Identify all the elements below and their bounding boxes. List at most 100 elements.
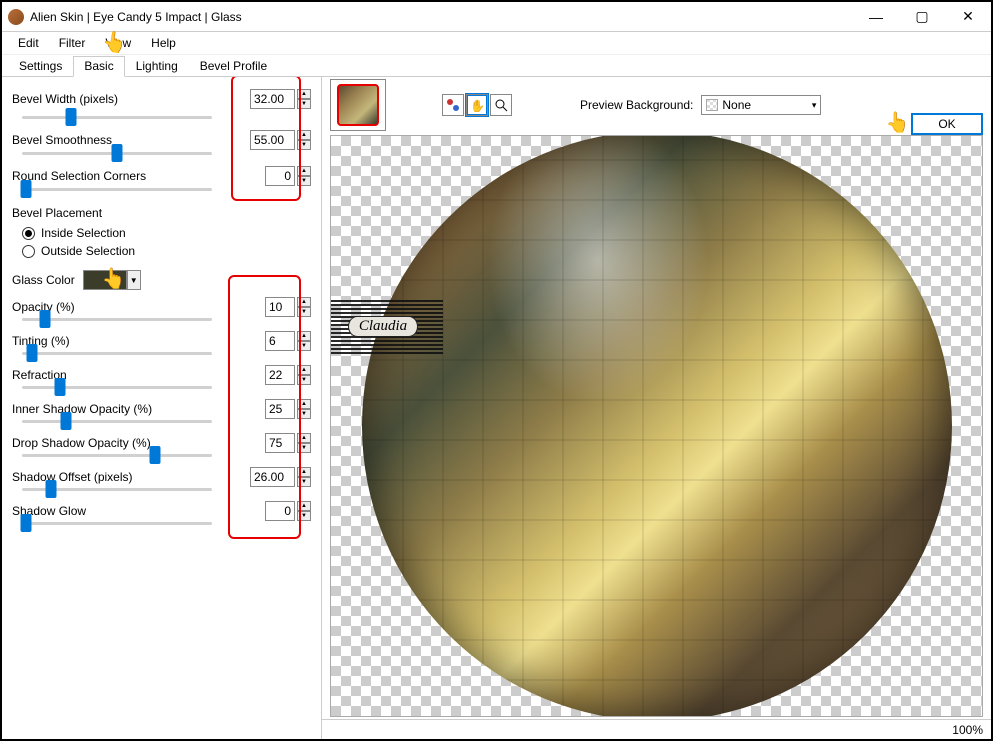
label-shadow-glow: Shadow Glow (12, 504, 265, 518)
spin-down[interactable]: ▼ (297, 307, 311, 317)
label-bevel-smoothness: Bevel Smoothness (12, 133, 250, 147)
spin-up[interactable]: ▲ (297, 166, 311, 176)
label-inner-shadow: Inner Shadow Opacity (%) (12, 402, 265, 416)
spin-down[interactable]: ▼ (297, 341, 311, 351)
slider-opacity[interactable] (22, 318, 212, 321)
glass-color-dropdown[interactable]: ▼ (127, 270, 141, 290)
slider-refraction[interactable] (22, 386, 212, 389)
label-bevel-width: Bevel Width (pixels) (12, 92, 250, 106)
radio-icon (22, 227, 35, 240)
input-opacity[interactable] (265, 297, 295, 317)
slider-tinting[interactable] (22, 352, 212, 355)
input-refraction[interactable] (265, 365, 295, 385)
statusbar: 100% (322, 719, 991, 739)
row-bevel-width: Bevel Width (pixels) ▲▼ (12, 81, 311, 116)
zoom-level: 100% (952, 723, 983, 737)
thumbnail[interactable] (330, 79, 386, 131)
chevron-down-icon: ▾ (812, 100, 817, 111)
spin-up[interactable]: ▲ (297, 297, 311, 307)
radio-icon (22, 245, 35, 258)
tool-hand-icon[interactable]: ✋ (466, 94, 488, 116)
input-drop-shadow[interactable] (265, 433, 295, 453)
tab-lighting[interactable]: Lighting (125, 56, 189, 77)
slider-drop-shadow[interactable] (22, 454, 212, 457)
transparency-icon (706, 99, 718, 111)
preview-canvas[interactable]: Claudia (330, 135, 983, 717)
spin-down[interactable]: ▼ (297, 443, 311, 453)
spin-down[interactable]: ▼ (297, 511, 311, 521)
spin-down[interactable]: ▼ (297, 409, 311, 419)
label-glass-color: Glass Color (12, 273, 75, 287)
slider-bevel-width[interactable] (22, 116, 212, 119)
spin-down[interactable]: ▼ (297, 477, 311, 487)
label-tinting: Tinting (%) (12, 334, 265, 348)
tab-basic[interactable]: Basic (73, 56, 124, 77)
label-bevel-placement: Bevel Placement (12, 206, 311, 220)
select-value: None (722, 98, 751, 112)
row-inner-shadow: Inner Shadow Opacity (%) ▲▼ (12, 398, 311, 420)
input-shadow-glow[interactable] (265, 501, 295, 521)
spin-up[interactable]: ▲ (297, 331, 311, 341)
spin-down[interactable]: ▼ (297, 176, 311, 186)
radio-label: Inside Selection (41, 226, 126, 240)
spin-up[interactable]: ▲ (297, 130, 311, 140)
spin-up[interactable]: ▲ (297, 89, 311, 99)
glass-color-swatch[interactable] (83, 270, 127, 290)
spin-up[interactable]: ▲ (297, 501, 311, 511)
spin-down[interactable]: ▼ (297, 140, 311, 150)
label-refraction: Refraction (12, 368, 265, 382)
maximize-button[interactable]: ▢ (899, 3, 945, 31)
spin-down[interactable]: ▼ (297, 375, 311, 385)
svg-text:✋: ✋ (470, 99, 484, 112)
window-title: Alien Skin | Eye Candy 5 Impact | Glass (30, 10, 242, 24)
slider-shadow-glow[interactable] (22, 522, 212, 525)
spin-up[interactable]: ▲ (297, 365, 311, 375)
menu-edit[interactable]: Edit (10, 34, 47, 52)
menu-view[interactable]: View (97, 34, 139, 52)
input-bevel-smoothness[interactable] (250, 130, 295, 150)
slider-shadow-offset[interactable] (22, 488, 212, 491)
spin-down[interactable]: ▼ (297, 99, 311, 109)
spin-up[interactable]: ▲ (297, 399, 311, 409)
tab-settings[interactable]: Settings (8, 56, 73, 77)
row-tinting: Tinting (%) ▲▼ (12, 330, 311, 352)
titlebar: Alien Skin | Eye Candy 5 Impact | Glass … (2, 2, 991, 32)
radio-inside-selection[interactable]: Inside Selection (12, 224, 311, 242)
spin-up[interactable]: ▲ (297, 433, 311, 443)
left-panel: Bevel Width (pixels) ▲▼ Bevel Smoothness… (2, 77, 322, 739)
input-inner-shadow[interactable] (265, 399, 295, 419)
label-round-corners: Round Selection Corners (12, 169, 265, 183)
window: Alien Skin | Eye Candy 5 Impact | Glass … (0, 0, 993, 741)
radio-outside-selection[interactable]: Outside Selection (12, 242, 311, 260)
spin-up[interactable]: ▲ (297, 467, 311, 477)
row-glass-color: Glass Color ▼ 👆 (12, 270, 311, 290)
slider-bevel-smoothness[interactable] (22, 152, 212, 155)
tab-bevel-profile[interactable]: Bevel Profile (189, 56, 278, 77)
row-opacity: Opacity (%) ▲▼ (12, 296, 311, 318)
menubar: Edit Filter View Help 👆 (2, 32, 991, 55)
label-preview-background: Preview Background: (580, 98, 693, 112)
input-round-corners[interactable] (265, 166, 295, 186)
minimize-button[interactable]: — (853, 3, 899, 31)
slider-inner-shadow[interactable] (22, 420, 212, 423)
ok-button[interactable]: OK (911, 113, 983, 135)
label-drop-shadow: Drop Shadow Opacity (%) (12, 436, 265, 450)
tool-zoom-icon[interactable] (490, 94, 512, 116)
slider-round-corners[interactable] (22, 188, 212, 191)
tabs: Settings Basic Lighting Bevel Profile (2, 55, 991, 77)
app-icon (8, 9, 24, 25)
content: Bevel Width (pixels) ▲▼ Bevel Smoothness… (2, 77, 991, 739)
row-drop-shadow: Drop Shadow Opacity (%) ▲▼ (12, 432, 311, 454)
preview-toolbar: ✋ Preview Background: None ▾ (322, 77, 991, 133)
radio-label: Outside Selection (41, 244, 135, 258)
input-bevel-width[interactable] (250, 89, 295, 109)
close-button[interactable]: ✕ (945, 3, 991, 31)
right-panel: OK 👆 Cancel ✋ Preview Background: None ▾ (322, 77, 991, 739)
input-shadow-offset[interactable] (250, 467, 295, 487)
menu-filter[interactable]: Filter (51, 34, 94, 52)
select-preview-background[interactable]: None ▾ (701, 95, 821, 115)
row-shadow-offset: Shadow Offset (pixels) ▲▼ (12, 466, 311, 488)
menu-help[interactable]: Help (143, 34, 184, 52)
input-tinting[interactable] (265, 331, 295, 351)
tool-nav-icon[interactable] (442, 94, 464, 116)
